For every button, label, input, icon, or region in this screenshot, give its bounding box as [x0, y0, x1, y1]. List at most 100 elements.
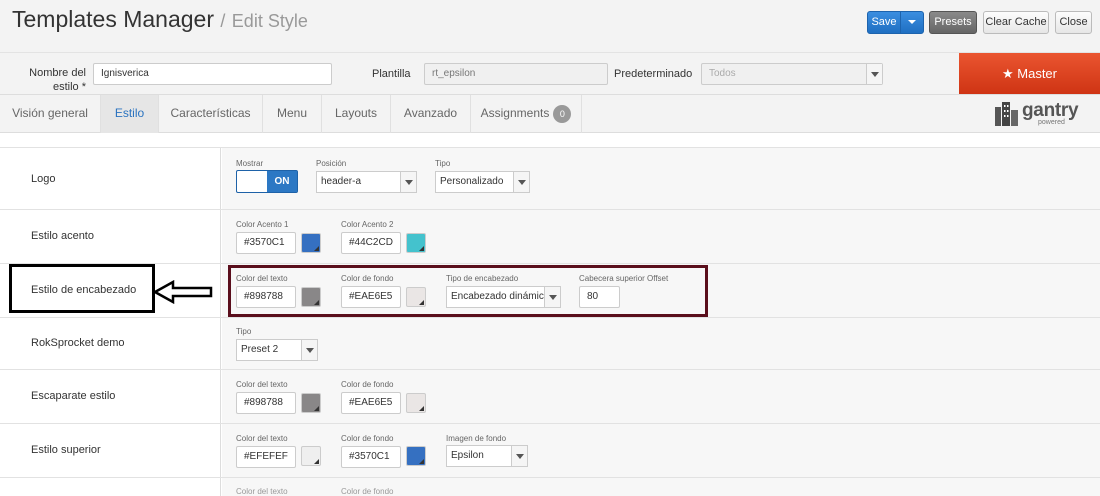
chevron-down-icon: [400, 172, 416, 192]
clear-cache-button[interactable]: Clear Cache: [983, 11, 1049, 34]
showcase-text-color-label: Color del texto: [236, 380, 288, 389]
page-title: Templates Manager / Edit Style: [12, 6, 308, 33]
tab-estilo[interactable]: Estilo: [101, 95, 159, 133]
logo-type-select[interactable]: Personalizado: [435, 171, 530, 193]
header-style-row-label: Estilo de encabezado: [31, 284, 137, 296]
roksprocket-preset-select[interactable]: Preset 2: [236, 339, 318, 361]
close-button[interactable]: Close: [1055, 11, 1092, 34]
top-text-color-swatch[interactable]: [301, 446, 321, 466]
showcase-bg-color-input[interactable]: #EAE6E5: [341, 392, 401, 414]
chevron-down-icon: [866, 64, 882, 84]
template-input: rt_epsilon: [424, 63, 608, 85]
accent1-input[interactable]: #3570C1: [236, 232, 296, 254]
header-type-label: Tipo de encabezado: [446, 274, 519, 283]
default-select[interactable]: Todos: [701, 63, 883, 85]
tab-menu[interactable]: Menu: [263, 95, 322, 133]
accent2-label: Color Acento 2: [341, 220, 394, 229]
row-divider: [0, 477, 1100, 478]
header-text-color-label: Color del texto: [236, 274, 288, 283]
gantry-powered: powered: [1038, 119, 1065, 126]
next-bg-color-label: Color de fondo: [341, 487, 394, 496]
page-subtitle: Edit Style: [231, 11, 308, 31]
row-divider: [0, 147, 1100, 148]
accent-row-label: Estilo acento: [31, 230, 94, 242]
toggle-on-label: ON: [267, 171, 297, 192]
assignments-count-badge: 0: [553, 104, 572, 123]
mostrar-label: Mostrar: [236, 159, 264, 168]
showcase-text-color-input[interactable]: #898788: [236, 392, 296, 414]
row-divider: [0, 317, 1100, 318]
roksprocket-row-label: RokSprocket demo: [31, 337, 125, 349]
presets-button[interactable]: Presets: [929, 11, 977, 34]
chevron-down-icon: [511, 446, 527, 466]
top-bar: Templates Manager / Edit Style Save Pres…: [0, 0, 1100, 53]
tab-assignments[interactable]: Assignments 0: [471, 95, 582, 133]
accent1-label: Color Acento 1: [236, 220, 289, 229]
tab-avanzado[interactable]: Avanzado: [391, 95, 471, 133]
showcase-bg-color-swatch[interactable]: [406, 393, 426, 413]
tab-layouts[interactable]: Layouts: [322, 95, 391, 133]
top-bg-color-swatch[interactable]: [406, 446, 426, 466]
row-divider: [0, 369, 1100, 370]
top-bg-image-label: Imagen de fondo: [446, 434, 507, 443]
logo-position-value: header-a: [321, 176, 362, 187]
showcase-text-color-swatch[interactable]: [301, 393, 321, 413]
accent1-swatch[interactable]: [301, 233, 321, 253]
tab-vision-general[interactable]: Visión general: [0, 95, 101, 133]
header-text-color-input[interactable]: #898788: [236, 286, 296, 308]
accent2-input[interactable]: #44C2CD: [341, 232, 401, 254]
header-offset-input[interactable]: 80: [579, 286, 620, 308]
row-divider: [0, 423, 1100, 424]
roksprocket-preset-value: Preset 2: [241, 344, 279, 355]
style-details-row: Nombre del estilo * Ignisverica Plantill…: [0, 53, 1100, 95]
showcase-bg-color-label: Color de fondo: [341, 380, 394, 389]
default-select-value: Todos: [709, 68, 736, 79]
showcase-row-label: Escaparate estilo: [31, 390, 116, 402]
logo-row-label: Logo: [31, 173, 56, 185]
roksprocket-tipo-label: Tipo: [236, 327, 252, 336]
header-offset-label: Cabecera superior Offset: [579, 274, 669, 283]
tab-assignments-label: Assignments: [480, 106, 550, 120]
header-type-value: Encabezado dinámico: [451, 291, 550, 302]
logo-type-value: Personalizado: [440, 176, 504, 187]
title-separator: /: [220, 11, 226, 31]
accent2-swatch[interactable]: [406, 233, 426, 253]
logo-position-select[interactable]: header-a: [316, 171, 417, 193]
header-bg-color-swatch[interactable]: [406, 287, 426, 307]
tipo-label: Tipo: [435, 159, 451, 168]
gantry-logo: gantry powered: [994, 100, 1086, 128]
header-type-select[interactable]: Encabezado dinámico: [446, 286, 561, 308]
master-button[interactable]: ★ Master: [959, 53, 1100, 94]
header-bg-color-input[interactable]: #EAE6E5: [341, 286, 401, 308]
chevron-down-icon: [513, 172, 529, 192]
logo-show-toggle[interactable]: ON: [236, 170, 298, 193]
row-divider: [0, 263, 1100, 264]
settings-panel: [222, 147, 1100, 496]
top-bg-image-select[interactable]: Epsilon: [446, 445, 528, 467]
next-text-color-label: Color del texto: [236, 487, 288, 496]
top-bg-color-label: Color de fondo: [341, 434, 394, 443]
template-label: Plantilla: [372, 68, 411, 80]
top-text-color-label: Color del texto: [236, 434, 288, 443]
pointer-arrow-icon: [153, 280, 213, 304]
default-label: Predeterminado: [614, 68, 693, 80]
row-divider: [0, 209, 1100, 210]
chevron-down-icon: [301, 340, 317, 360]
top-style-row-label: Estilo superior: [31, 444, 101, 456]
top-bg-color-input[interactable]: #3570C1: [341, 446, 401, 468]
caret-down-icon: [908, 20, 916, 25]
style-name-label: Nombre del estilo *: [29, 67, 86, 93]
page-title-main: Templates Manager: [12, 6, 214, 32]
save-options-dropdown[interactable]: [900, 11, 924, 34]
top-text-color-input[interactable]: #EFEFEF: [236, 446, 296, 468]
chevron-down-icon: [544, 287, 560, 307]
save-button[interactable]: Save: [867, 11, 901, 34]
style-name-input[interactable]: Ignisverica: [93, 63, 332, 85]
posicion-label: Posición: [316, 159, 347, 168]
top-bg-image-value: Epsilon: [451, 450, 484, 461]
header-text-color-swatch[interactable]: [301, 287, 321, 307]
gantry-building-icon: [995, 102, 1018, 126]
tab-caracteristicas[interactable]: Características: [159, 95, 263, 133]
tab-bar: Visión general Estilo Características Me…: [0, 95, 1100, 133]
header-bg-color-label: Color de fondo: [341, 274, 394, 283]
